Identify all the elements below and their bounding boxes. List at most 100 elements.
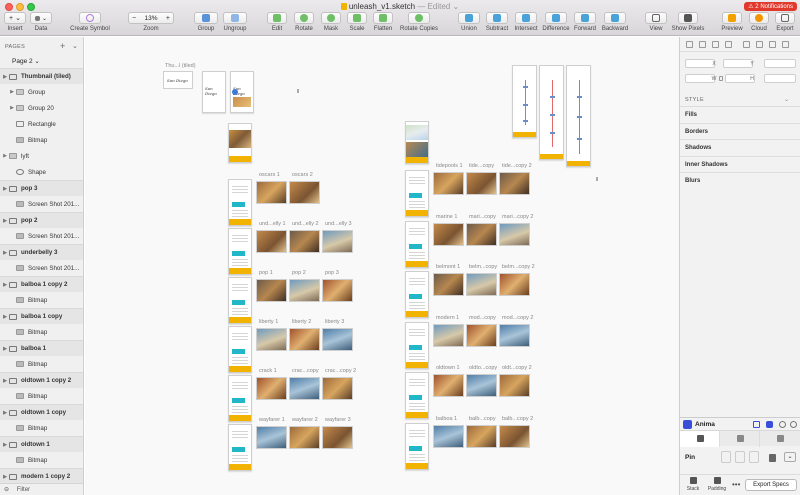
pin-dropdown[interactable]: ⌄	[784, 452, 796, 462]
layer-row[interactable]: ▶ underbelly 3	[0, 244, 83, 260]
pin-right-icon[interactable]	[749, 451, 759, 463]
left-screen[interactable]	[228, 179, 252, 226]
artboard-label[interactable]: modern 1	[436, 315, 459, 321]
layer-row[interactable]: ▶ balboa 1 copy 2	[0, 276, 83, 292]
distribute-vertical-icon[interactable]	[782, 41, 789, 48]
rotation-field[interactable]	[764, 59, 796, 68]
photo-artboard[interactable]	[466, 374, 497, 397]
layer-row[interactable]: ▶ oldtown 1	[0, 436, 83, 452]
photo-artboard[interactable]	[289, 279, 320, 302]
artboard-label[interactable]: mod...copy	[469, 315, 496, 321]
distribute-horizontal-icon[interactable]	[725, 41, 732, 48]
tall-flow-screen-2[interactable]	[539, 65, 564, 160]
create-symbol-button[interactable]: Create Symbol	[70, 12, 110, 34]
disclosure-triangle-icon[interactable]: ▶	[1, 282, 9, 288]
left-screen[interactable]	[228, 424, 252, 471]
artboard-label[interactable]: balboa 1	[436, 416, 457, 422]
artboard-label[interactable]: pop 1	[259, 270, 273, 276]
layer-row[interactable]: Screen Shot 201...	[0, 260, 83, 276]
align-right-icon[interactable]	[712, 41, 719, 48]
style-section-inner-shadows[interactable]: Inner Shadows	[680, 155, 800, 172]
disclosure-triangle-icon[interactable]: ▶	[1, 218, 9, 224]
pin-top-icon[interactable]	[735, 451, 745, 463]
layer-row[interactable]: ▶ balboa 1 copy	[0, 308, 83, 324]
stack-button[interactable]: Stack	[682, 477, 704, 492]
right-screen[interactable]	[405, 220, 429, 268]
right-screen[interactable]	[405, 321, 429, 369]
layer-row[interactable]: Rectangle	[0, 116, 83, 132]
zoom-value[interactable]: 13%	[144, 15, 157, 22]
photo-artboard[interactable]	[289, 426, 320, 449]
rotate-copies-button[interactable]: Rotate Copies	[399, 12, 439, 34]
photo-artboard[interactable]	[322, 426, 353, 449]
photo-artboard[interactable]	[256, 181, 287, 204]
anima-link-icon[interactable]	[753, 421, 760, 428]
artboard-label[interactable]: belm...copy 2	[502, 264, 535, 270]
logo-screen[interactable]: San Diego	[202, 71, 226, 113]
photo-artboard[interactable]	[256, 377, 287, 400]
artboard-label[interactable]: belm...copy	[469, 264, 497, 270]
photo-artboard[interactable]	[433, 222, 464, 246]
layer-row[interactable]: Bitmap	[0, 420, 83, 436]
zoom-control[interactable]: − 13% + Zoom	[128, 12, 174, 34]
flatten-button[interactable]: Flatten	[372, 12, 394, 34]
show-pixels-button[interactable]: Show Pixels	[671, 12, 705, 34]
photo-artboard[interactable]	[433, 323, 464, 347]
disclosure-triangle-icon[interactable]: ▶	[1, 442, 9, 448]
disclosure-triangle-icon[interactable]: ▶	[1, 410, 9, 416]
map-screen[interactable]	[405, 121, 429, 164]
photo-artboard[interactable]	[499, 424, 530, 448]
artboard-label[interactable]: balb...copy	[469, 416, 496, 422]
layer-row[interactable]: ▶ Group	[0, 84, 83, 100]
more-options-button[interactable]: •••	[732, 480, 740, 489]
artboard-label[interactable]: wayfarer 1	[259, 417, 285, 423]
align-top-icon[interactable]	[743, 41, 750, 48]
view-button[interactable]: View	[645, 12, 667, 34]
tab-breakpoints[interactable]	[760, 431, 800, 447]
artboard-label[interactable]: crac...copy 2	[325, 368, 356, 374]
layer-row[interactable]: ▶ modern 1 copy 2	[0, 468, 83, 484]
left-screen[interactable]	[228, 375, 252, 422]
data-button[interactable]: ⌄ Data	[30, 12, 52, 34]
artboard-label[interactable]: oscars 2	[292, 172, 313, 178]
group-button[interactable]: Group	[194, 12, 218, 34]
flip-field[interactable]	[764, 74, 796, 83]
layer-row[interactable]: ▶ pop 3	[0, 180, 83, 196]
layer-row[interactable]: ▶ balboa 1	[0, 340, 83, 356]
photo-artboard[interactable]	[499, 172, 530, 195]
layer-row[interactable]: ▶ Group 20	[0, 100, 83, 116]
list-screen[interactable]	[228, 123, 252, 163]
layer-row[interactable]: ▶ Thumbnail (tiled)	[0, 68, 83, 84]
artboard-label[interactable]: balb...copy 2	[502, 416, 533, 422]
right-screen[interactable]	[405, 422, 429, 470]
layer-row[interactable]: Bitmap	[0, 388, 83, 404]
layer-row[interactable]: Bitmap	[0, 132, 83, 148]
artboard-label[interactable]: pop 2	[292, 270, 306, 276]
artboard-label[interactable]: wayfarer 2	[292, 417, 318, 423]
photo-artboard[interactable]	[289, 230, 320, 253]
align-center-icon[interactable]	[699, 41, 706, 48]
photo-artboard[interactable]	[256, 426, 287, 449]
cloud-button[interactable]: Cloud	[748, 12, 770, 34]
layer-row[interactable]: Bitmap	[0, 452, 83, 468]
artboard-label[interactable]: marine 1	[436, 214, 457, 220]
photo-artboard[interactable]	[466, 424, 497, 448]
left-screen[interactable]	[228, 228, 252, 275]
disclosure-triangle-icon[interactable]: ▶	[8, 89, 16, 95]
photo-artboard[interactable]	[322, 279, 353, 302]
pin-left-icon[interactable]	[721, 451, 731, 463]
layer-row[interactable]: Bitmap	[0, 292, 83, 308]
artboard-label[interactable]: und...elly 2	[292, 221, 319, 227]
artboard-label[interactable]: mari...copy 2	[502, 214, 533, 220]
photo-artboard[interactable]	[433, 273, 464, 296]
disclosure-triangle-icon[interactable]: ▶	[1, 346, 9, 352]
union-button[interactable]: Union	[458, 12, 480, 34]
photo-artboard[interactable]	[322, 328, 353, 351]
layer-row[interactable]: ▶ oldtown 1 copy 2	[0, 372, 83, 388]
photo-artboard[interactable]	[499, 323, 530, 347]
scale-button[interactable]: Scale	[346, 12, 368, 34]
photo-artboard[interactable]	[466, 273, 497, 296]
artboard-label[interactable]: oldt...copy 2	[502, 365, 532, 371]
collapse-pages-button[interactable]: ⌄	[72, 42, 78, 50]
style-section-blurs[interactable]: Blurs	[680, 172, 800, 188]
